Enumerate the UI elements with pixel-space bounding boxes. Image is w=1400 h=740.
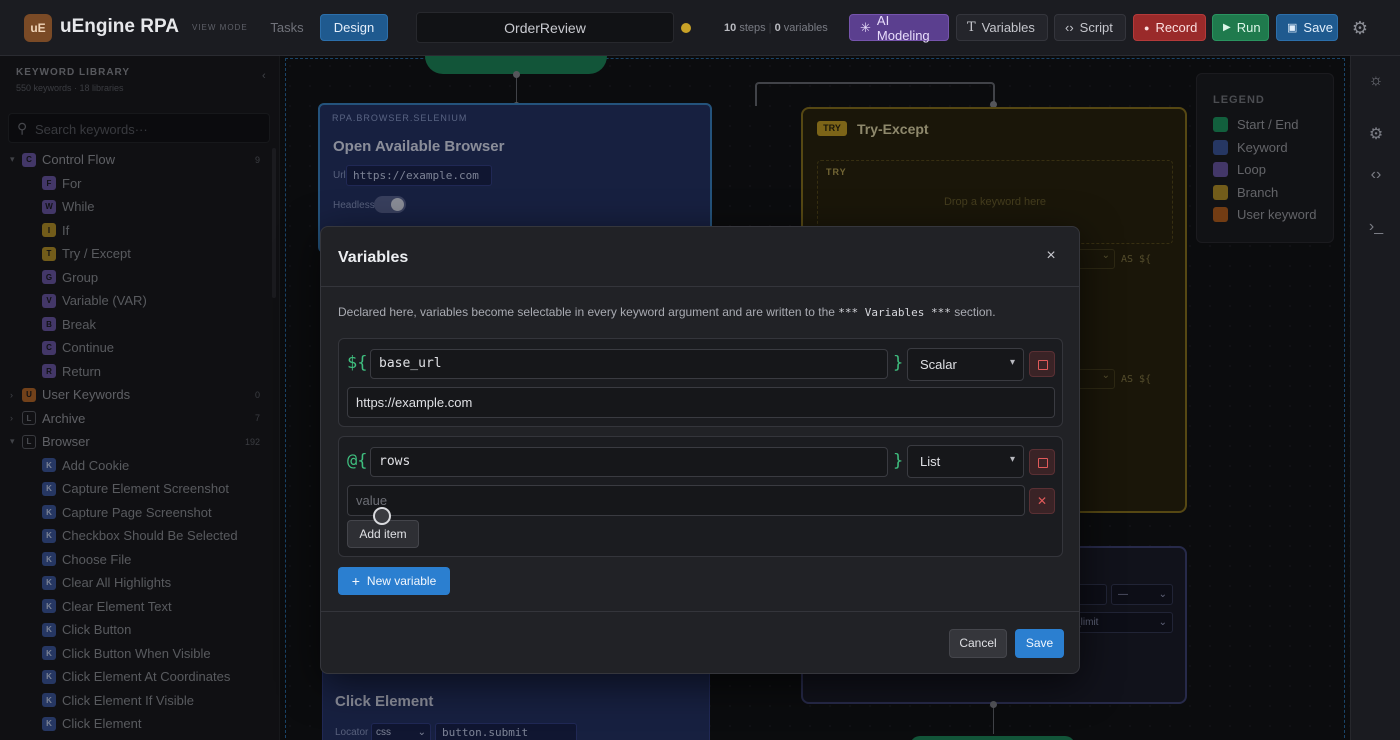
save-button[interactable]: ▣ Save — [1276, 14, 1338, 41]
chevron-down-icon: ▾ — [1009, 357, 1015, 368]
variables-button-label: Variables — [981, 20, 1035, 35]
save-label: Save — [1303, 20, 1334, 35]
variable-card: @{ rows } List ▾ value ✕ Add item — [338, 436, 1063, 557]
variable-name-input[interactable]: rows — [370, 447, 888, 477]
view-mode-label: VIEW MODE — [192, 23, 248, 32]
description-text-end: section. — [950, 305, 996, 319]
floppy-icon: ▣ — [1287, 22, 1298, 34]
flow-stats: 10 steps | 0 variables — [724, 22, 828, 34]
ai-modeling-button[interactable]: ✳ AI Modeling — [849, 12, 949, 43]
record-button[interactable]: ● Record — [1133, 14, 1206, 41]
chevron-down-icon: ▾ — [1009, 454, 1015, 465]
dialog-description: Declared here, variables become selectab… — [338, 305, 996, 319]
variables-label: variables — [783, 22, 828, 34]
type-value: List — [920, 454, 941, 469]
sigil-close: } — [893, 353, 904, 373]
record-label: Record — [1155, 20, 1198, 35]
code-icon[interactable]: ‹› — [1366, 166, 1386, 184]
tab-tasks[interactable]: Tasks — [258, 14, 316, 41]
variable-type-select[interactable]: List ▾ — [907, 445, 1024, 478]
run-label: Run — [1236, 20, 1261, 35]
sparkle-icon: ✳ — [860, 19, 871, 35]
app-logo: uE — [24, 14, 52, 42]
script-label: Script — [1079, 20, 1113, 35]
delete-variable-button[interactable] — [1029, 449, 1055, 475]
new-variable-label: New variable — [366, 574, 437, 588]
variables-count: 0 — [774, 22, 781, 34]
variable-name-input[interactable]: base_url — [370, 349, 888, 379]
description-text: Declared here, variables become selectab… — [338, 305, 839, 319]
theme-sun-icon[interactable]: ☼ — [1366, 72, 1386, 90]
play-icon: ▶ — [1223, 22, 1231, 33]
gear-icon[interactable]: ⚙ — [1366, 124, 1386, 144]
dialog-title: Variables — [338, 249, 409, 266]
right-rail: ☼ ⚙ ‹› ›_ — [1350, 56, 1400, 740]
cancel-button[interactable]: Cancel — [949, 629, 1007, 658]
sigil-close: } — [893, 451, 904, 471]
terminal-icon[interactable]: ›_ — [1366, 218, 1386, 236]
app-title: uEngine RPA — [60, 16, 179, 37]
plus-icon: + — [351, 573, 360, 589]
settings-gear-icon[interactable]: ⚙ — [1350, 18, 1370, 38]
variables-dialog: Variables × Declared here, variables bec… — [320, 226, 1080, 674]
steps-label: steps — [739, 22, 766, 34]
new-variable-button[interactable]: + New variable — [338, 567, 450, 595]
run-button[interactable]: ▶ Run — [1212, 14, 1269, 41]
divider — [321, 286, 1079, 287]
scalar-sigil: ${ — [347, 353, 368, 373]
delete-variable-button[interactable] — [1029, 351, 1055, 377]
list-item-input[interactable]: value — [347, 485, 1025, 516]
top-bar: uE uEngine RPA VIEW MODE Tasks Design Or… — [0, 0, 1400, 56]
steps-count: 10 — [724, 22, 737, 34]
list-sigil: @{ — [347, 451, 368, 471]
mouse-cursor — [373, 507, 391, 525]
variables-button[interactable]: T Variables — [956, 14, 1048, 41]
unsaved-indicator — [681, 23, 691, 33]
ai-modeling-label: AI Modeling — [876, 12, 930, 43]
document-name[interactable]: OrderReview — [416, 12, 674, 43]
divider — [321, 611, 1079, 612]
record-icon: ● — [1144, 22, 1150, 33]
script-button[interactable]: ‹› Script — [1054, 14, 1126, 41]
variable-value-input[interactable]: https://example.com — [347, 387, 1055, 418]
remove-item-button[interactable]: ✕ — [1029, 488, 1055, 514]
variable-card: ${ base_url } Scalar ▾ https://example.co… — [338, 338, 1063, 427]
close-icon[interactable]: × — [1040, 245, 1062, 267]
dialog-save-button[interactable]: Save — [1015, 629, 1064, 658]
type-value: Scalar — [920, 357, 957, 372]
tab-design[interactable]: Design — [320, 14, 388, 41]
variable-icon: T — [967, 20, 976, 35]
variable-type-select[interactable]: Scalar ▾ — [907, 348, 1024, 381]
code-icon: ‹› — [1065, 20, 1074, 35]
description-code: *** Variables *** — [838, 306, 951, 319]
